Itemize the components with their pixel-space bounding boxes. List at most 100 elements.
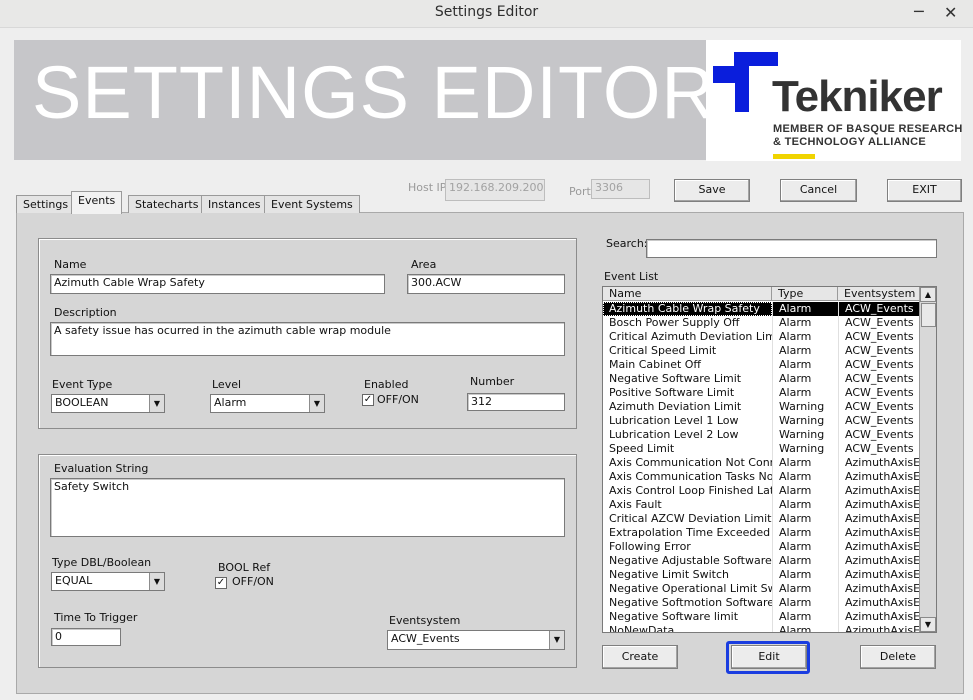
table-row[interactable]: Critical Speed Limit Alarm ACW_Events: [603, 344, 921, 358]
table-row[interactable]: Axis Communication Tasks Not RuAlarmAzim…: [603, 470, 921, 484]
cell-type: Alarm: [772, 344, 838, 358]
delete-button[interactable]: Delete: [860, 645, 936, 669]
table-row[interactable]: Negative Softmotion Software limiAlarmAz…: [603, 596, 921, 610]
cell-name: Extrapolation Time Exceeded: [609, 526, 771, 539]
type-dbl-boolean-label: Type DBL/Boolean: [52, 556, 152, 569]
table-row[interactable]: Axis Communication Not ConnectAlarmAzimu…: [603, 456, 921, 470]
table-row[interactable]: Negative Software limit Alarm AzimuthAxisE…: [603, 610, 921, 624]
number-label: Number: [470, 375, 515, 388]
table-row[interactable]: Axis Control Loop Finished Late Alarm Azim…: [603, 484, 921, 498]
table-row[interactable]: Negative Limit Switch AlarmAzimuthAxisEve: [603, 568, 921, 582]
cell-type: Alarm: [772, 582, 838, 596]
chevron-down-icon[interactable]: ▼: [149, 573, 164, 590]
time-to-trigger-input[interactable]: 0: [51, 628, 121, 646]
exit-button[interactable]: EXIT: [887, 179, 962, 202]
cell-eventsystem: ACW_Events: [838, 316, 921, 330]
cell-eventsystem: AzimuthAxisEve: [838, 470, 921, 484]
description-label: Description: [54, 306, 117, 319]
search-label: Search:: [606, 237, 648, 250]
enabled-label: Enabled: [364, 378, 409, 391]
create-button[interactable]: Create: [602, 645, 678, 669]
column-header-name[interactable]: Name: [603, 287, 772, 301]
cell-type: Alarm: [772, 386, 838, 400]
cell-eventsystem: ACW_Events: [838, 414, 921, 428]
scroll-up-icon[interactable]: ▲: [920, 287, 936, 302]
description-input[interactable]: A safety issue has ocurred in the azimut…: [50, 322, 565, 356]
cell-eventsystem: ACW_Events: [838, 386, 921, 400]
column-header-type[interactable]: Type: [772, 287, 838, 301]
type-dbl-boolean-select[interactable]: EQUAL ▼: [51, 572, 165, 591]
tab-statecharts[interactable]: Statecharts: [128, 195, 206, 213]
scroll-down-icon[interactable]: ▼: [920, 617, 936, 632]
window-title: Settings Editor: [434, 4, 539, 20]
table-row[interactable]: Axis Fault AlarmAzimuthAxisEve: [603, 498, 921, 512]
event-list-scrollbar[interactable]: ▲ ▼: [919, 287, 936, 632]
name-input[interactable]: Azimuth Cable Wrap Safety: [50, 274, 385, 294]
port-field[interactable]: 3306: [591, 179, 650, 199]
level-select[interactable]: Alarm ▼: [210, 394, 325, 413]
table-row[interactable]: Negative Software Limit Alarm ACW_Events: [603, 372, 921, 386]
tab-instances[interactable]: Instances: [201, 195, 268, 213]
table-row[interactable]: Speed Limit Warning ACW_Events: [603, 442, 921, 456]
table-row[interactable]: Azimuth Cable Wrap Safety Alarm ACW_Events: [603, 302, 921, 316]
cell-eventsystem: AzimuthAxisEve: [838, 498, 921, 512]
cell-name: Axis Fault: [609, 498, 662, 511]
save-button[interactable]: Save: [674, 179, 750, 202]
cell-eventsystem: ACW_Events: [838, 344, 921, 358]
table-row[interactable]: Positive Software Limit Alarm ACW_Events: [603, 386, 921, 400]
cell-eventsystem: AzimuthAxisEve: [838, 554, 921, 568]
cell-name: Azimuth Deviation Limit: [609, 400, 742, 413]
evaluation-string-input[interactable]: Safety Switch: [50, 478, 565, 537]
table-row[interactable]: Main Cabinet Off Alarm ACW_Events: [603, 358, 921, 372]
banner-title: SETTINGS EDITOR: [32, 51, 716, 134]
cell-eventsystem: AzimuthAxisEve: [838, 456, 921, 470]
chevron-down-icon[interactable]: ▼: [549, 631, 564, 649]
table-row[interactable]: Following Error AlarmAzimuthAxisEve: [603, 540, 921, 554]
cell-eventsystem: ACW_Events: [838, 400, 921, 414]
host-ip-field[interactable]: 192.168.209.200: [445, 179, 545, 201]
minimize-icon[interactable]: ─: [914, 2, 924, 21]
logo-mark-stem: [735, 66, 749, 112]
area-input[interactable]: 300.ACW: [407, 274, 565, 294]
scroll-thumb[interactable]: [921, 303, 936, 327]
chevron-down-icon[interactable]: ▼: [149, 395, 164, 412]
bool-ref-checkbox[interactable]: ✓: [215, 577, 227, 589]
table-row[interactable]: Extrapolation Time Exceeded Alarm AzimuthA…: [603, 526, 921, 540]
logo-tagline-2: & TECHNOLOGY ALLIANCE: [773, 136, 926, 148]
close-icon[interactable]: ✕: [944, 3, 957, 22]
event-type-select[interactable]: BOOLEAN ▼: [51, 394, 165, 413]
search-input[interactable]: [646, 239, 937, 258]
table-row[interactable]: Critical AZCW Deviation Limit Alarm Azimut…: [603, 512, 921, 526]
table-row[interactable]: Lubrication Level 1 Low Warning ACW_Events: [603, 414, 921, 428]
port-label: Port: [569, 185, 591, 198]
cell-eventsystem: ACW_Events: [838, 372, 921, 386]
event-list-table[interactable]: Name Type Eventsystem Azimuth Cable Wrap…: [602, 286, 937, 633]
table-row[interactable]: NoNewData AlarmAzimuthAxisEve: [603, 624, 921, 632]
table-row[interactable]: Azimuth Deviation Limit Warning ACW_Events: [603, 400, 921, 414]
table-row[interactable]: Lubrication Level 2 Low Warning ACW_Events: [603, 428, 921, 442]
eventsystem-select[interactable]: ACW_Events ▼: [387, 630, 565, 650]
enabled-checkbox[interactable]: ✓: [362, 394, 374, 406]
table-row[interactable]: Negative Operational Limit SwitchAlarmAz…: [603, 582, 921, 596]
table-row[interactable]: Critical Azimuth Deviation Limit Alarm ACW…: [603, 330, 921, 344]
column-header-eventsystem[interactable]: Eventsystem: [838, 287, 921, 301]
tab-event-systems[interactable]: Event Systems: [264, 195, 360, 213]
edit-button[interactable]: Edit: [731, 645, 807, 669]
table-row[interactable]: Bosch Power Supply Off Alarm ACW_Events: [603, 316, 921, 330]
cell-type: Warning: [772, 414, 838, 428]
cancel-button[interactable]: Cancel: [780, 179, 857, 202]
level-label: Level: [212, 378, 242, 391]
evaluation-string-label: Evaluation String: [54, 462, 149, 475]
type-dbl-boolean-value: EQUAL: [55, 574, 93, 587]
number-input[interactable]: 312: [467, 393, 565, 411]
cell-type: Alarm: [772, 456, 838, 470]
cell-type: Warning: [772, 442, 838, 456]
cell-eventsystem: ACW_Events: [838, 302, 921, 316]
tab-settings[interactable]: Settings: [16, 195, 76, 213]
cell-eventsystem: ACW_Events: [838, 358, 921, 372]
cell-type: Alarm: [772, 484, 838, 498]
table-row[interactable]: Negative Adjustable Software limitAlarmA…: [603, 554, 921, 568]
host-ip-label: Host IP: [408, 181, 447, 194]
chevron-down-icon[interactable]: ▼: [309, 395, 324, 412]
tab-events[interactable]: Events: [71, 191, 123, 214]
